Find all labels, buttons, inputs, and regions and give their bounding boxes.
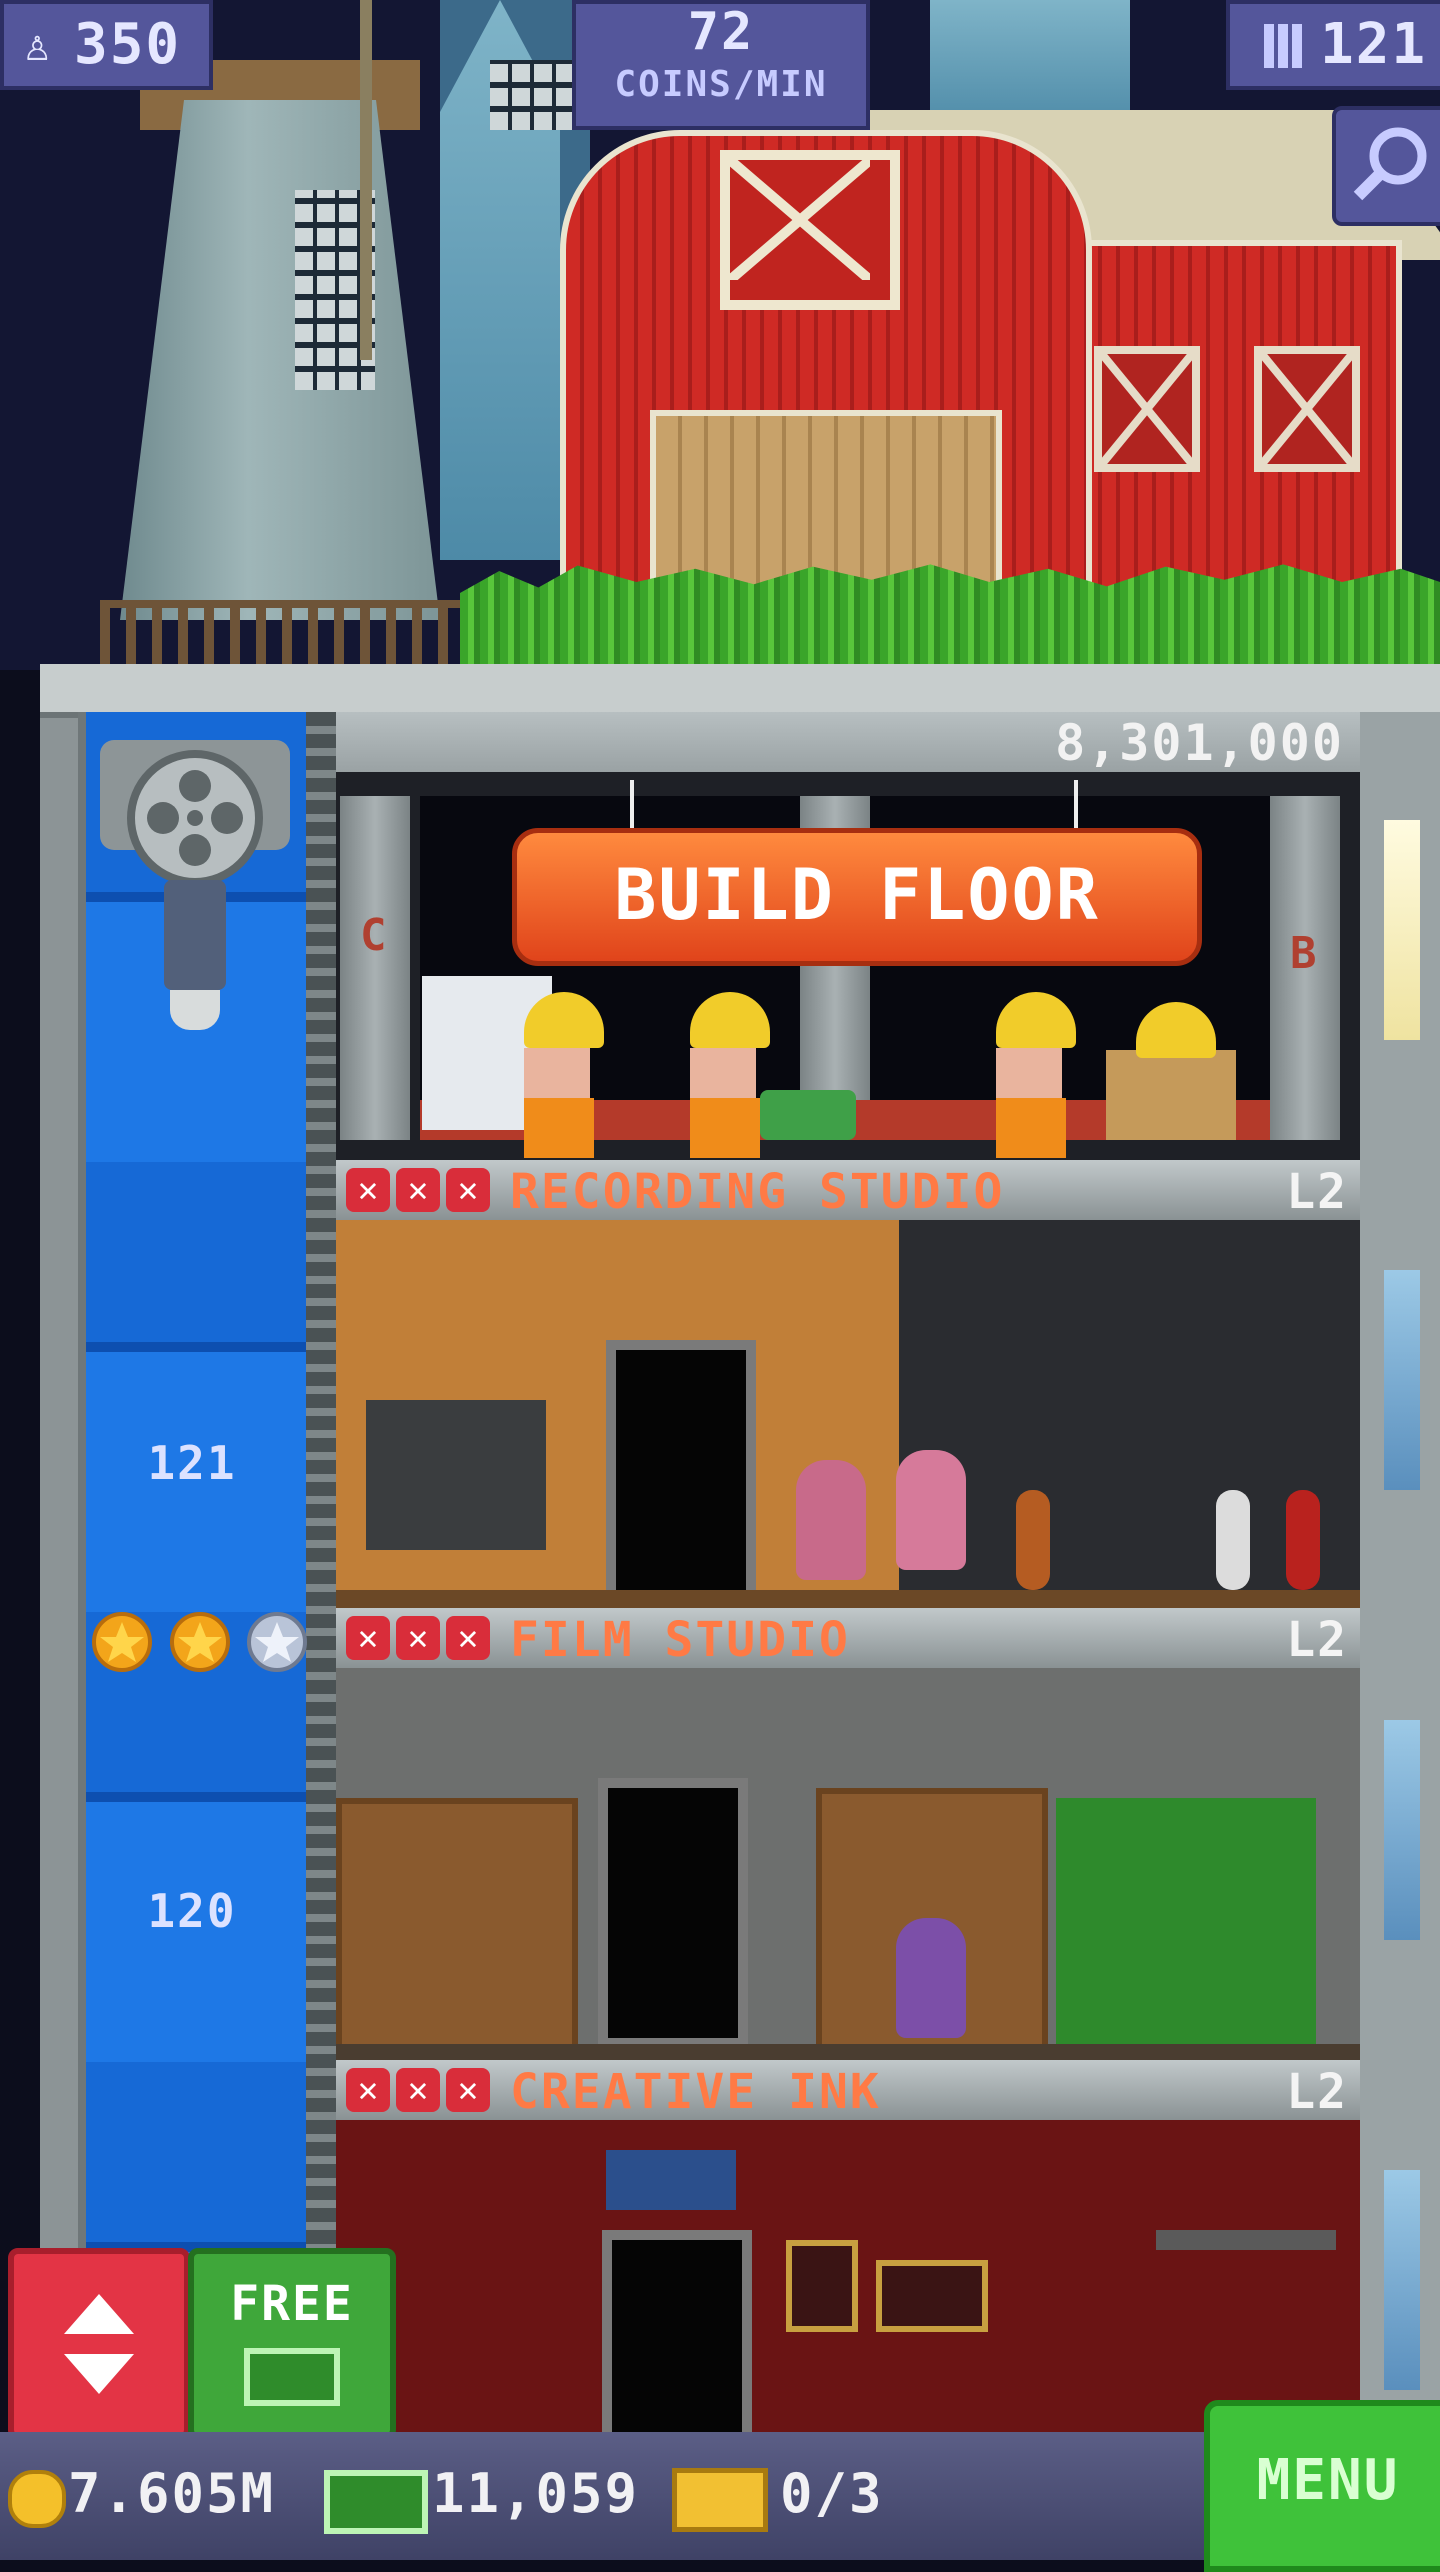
- menu-button[interactable]: MENU: [1204, 2400, 1440, 2572]
- floor-level: L2: [1286, 2064, 1348, 2120]
- search-button[interactable]: [1332, 106, 1440, 226]
- coins-rate-unit: COINS/MIN: [614, 64, 828, 105]
- empty-stock-icon: ✕: [446, 1168, 490, 1212]
- building-letter: C: [360, 910, 389, 961]
- floor-level: L2: [1286, 1164, 1348, 1220]
- floor-name-bar[interactable]: ✕ ✕ ✕ RECORDING STUDIO L2: [336, 1160, 1360, 1220]
- room-recording-studio[interactable]: [336, 1220, 1360, 1620]
- population-counter[interactable]: ♙ 350: [0, 0, 213, 90]
- vip-count[interactable]: 0/3: [780, 2462, 884, 2525]
- floor-name: CREATIVE INK: [510, 2064, 881, 2120]
- construction-worker: [996, 992, 1076, 1158]
- shop-sign: [606, 2150, 736, 2210]
- fence: [100, 600, 480, 668]
- background-windows: [490, 60, 580, 130]
- empty-stock-icon: ✕: [446, 1616, 490, 1660]
- up-down-arrows-icon: [64, 2294, 134, 2394]
- toolbox: [760, 1090, 856, 1140]
- floor-name: RECORDING STUDIO: [510, 1164, 1005, 1220]
- elevator-rating: [92, 1612, 315, 1676]
- person-icon: ♙: [24, 20, 53, 71]
- building-letter: B: [1290, 928, 1319, 979]
- right-window: [1384, 1720, 1420, 1940]
- projector-body: [164, 880, 226, 990]
- coins-per-minute[interactable]: 72 COINS/MIN: [572, 0, 870, 130]
- floor-stock-indicators: ✕ ✕ ✕: [346, 1616, 496, 1660]
- bux-icon: [244, 2348, 340, 2406]
- floor-number: 120: [147, 1884, 237, 1938]
- build-cost: 8,301,000: [1055, 714, 1344, 772]
- floors-value: 121: [1320, 12, 1428, 77]
- floor-stock-indicators: ✕ ✕ ✕: [346, 1168, 496, 1212]
- floor-counter[interactable]: 121: [1226, 0, 1440, 90]
- construction-worker: [524, 992, 604, 1158]
- elevator-move-button[interactable]: [8, 2248, 190, 2440]
- projector-lens: [170, 990, 220, 1030]
- guitar-icon: [1286, 1490, 1320, 1590]
- empty-stock-icon: ✕: [346, 2068, 390, 2112]
- coin-icon: [8, 2470, 66, 2528]
- build-floor-button[interactable]: BUILD FLOOR: [512, 828, 1202, 966]
- population-value: 350: [74, 12, 182, 77]
- floor-name-bar[interactable]: ✕ ✕ ✕ CREATIVE INK L2: [336, 2060, 1360, 2120]
- empty-stock-icon: ✕: [346, 1168, 390, 1212]
- empty-stock-icon: ✕: [396, 1168, 440, 1212]
- floor-level: L2: [1286, 1612, 1348, 1668]
- star-filled-icon: [169, 1612, 230, 1672]
- empty-stock-icon: ✕: [446, 2068, 490, 2112]
- shelf: [1156, 2230, 1336, 2250]
- building-icon: [1264, 24, 1304, 68]
- room-film-studio[interactable]: [336, 1668, 1360, 2080]
- magnifier-icon: [1353, 127, 1427, 201]
- empty-stock-icon: ✕: [346, 1616, 390, 1660]
- crate: [1106, 1050, 1236, 1140]
- empty-stock-icon: ✕: [396, 2068, 440, 2112]
- room-creative-ink[interactable]: [336, 2120, 1360, 2450]
- door: [598, 1778, 748, 2048]
- picture-frame: [786, 2240, 858, 2332]
- door: [606, 1340, 756, 1610]
- bux-icon: [324, 2470, 428, 2534]
- vip-ticket-icon: [672, 2468, 768, 2532]
- elevator-car[interactable]: [100, 740, 290, 1040]
- barn-side-window: [1254, 346, 1360, 472]
- person: [796, 1460, 866, 1580]
- person: [896, 1918, 966, 2038]
- construction-worker: [690, 992, 770, 1158]
- right-window: [1384, 820, 1420, 1040]
- picture-frame: [876, 2260, 988, 2332]
- mixing-desk: [366, 1400, 546, 1550]
- floor-number: 121: [147, 1436, 237, 1490]
- green-screen: [1056, 1798, 1316, 2058]
- elevator-rail: [306, 712, 336, 2432]
- barn-side-window: [1094, 346, 1200, 472]
- person: [896, 1450, 966, 1570]
- right-window: [1384, 1270, 1420, 1490]
- floor-name: FILM STUDIO: [510, 1612, 850, 1668]
- coins-rate-value: 72: [687, 2, 755, 62]
- grass: [460, 564, 1440, 670]
- floor-name-bar[interactable]: ✕ ✕ ✕ FILM STUDIO L2: [336, 1608, 1360, 1668]
- barn-loft-window: [720, 150, 900, 310]
- bux-balance[interactable]: 11,059: [432, 2462, 639, 2525]
- free-bux-button[interactable]: FREE: [188, 2248, 396, 2440]
- guitar-icon: [1216, 1490, 1250, 1590]
- floor-stock-indicators: ✕ ✕ ✕: [346, 2068, 496, 2112]
- tower-roofline: [40, 664, 1440, 718]
- guitar-icon: [1016, 1490, 1050, 1590]
- pillar: [340, 796, 410, 1140]
- windmill-pole: [360, 0, 372, 360]
- star-filled-icon: [92, 1612, 152, 1672]
- right-window: [1384, 2170, 1420, 2390]
- cabinet: [336, 1798, 578, 2080]
- silo: [120, 100, 440, 620]
- empty-stock-icon: ✕: [396, 1616, 440, 1660]
- door: [602, 2230, 752, 2450]
- free-label: FREE: [230, 2276, 354, 2332]
- coins-balance[interactable]: 7.605M: [68, 2462, 275, 2525]
- star-empty-icon: [247, 1612, 308, 1672]
- film-reel-icon: [127, 750, 263, 886]
